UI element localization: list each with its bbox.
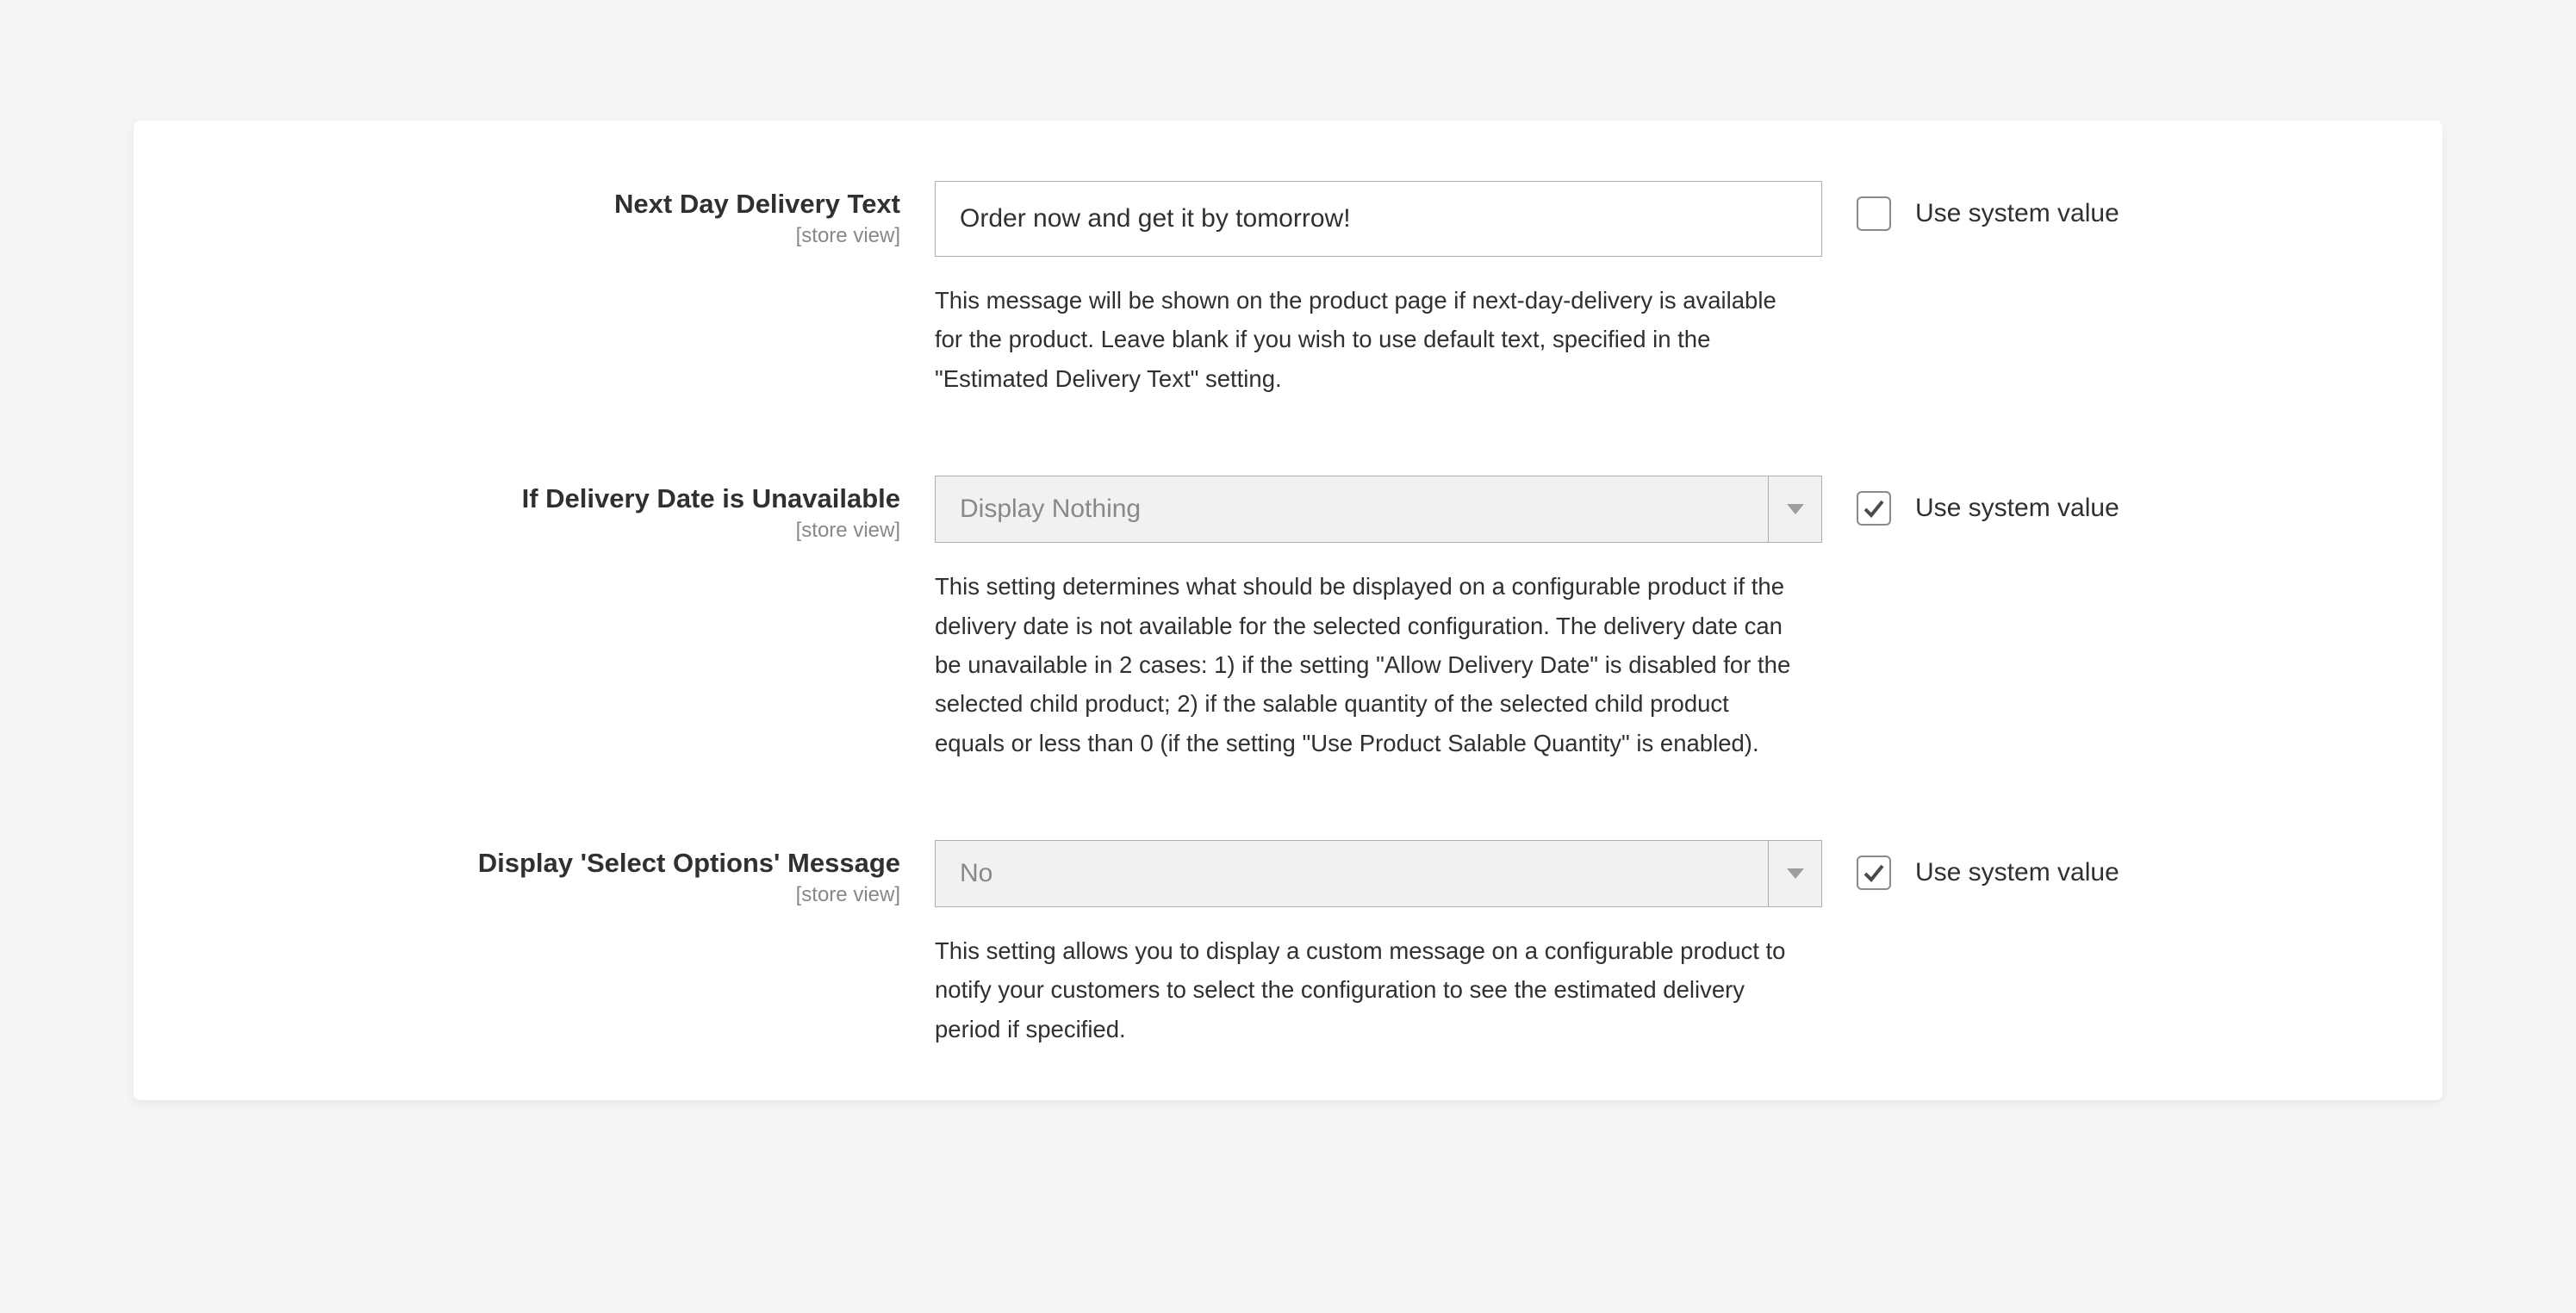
field-help: This message will be shown on the produc… (935, 281, 1805, 398)
select-options-message-select[interactable]: No (935, 840, 1822, 907)
use-system-col: Use system value (1857, 476, 2356, 762)
use-system-label: Use system value (1915, 491, 2119, 526)
field-row-select-options-message: Display 'Select Options' Message [store … (202, 840, 2356, 1049)
if-unavailable-select[interactable]: Display Nothing (935, 476, 1822, 543)
use-system-checkbox[interactable] (1857, 196, 1891, 231)
field-help: This setting determines what should be d… (935, 567, 1805, 762)
use-system-col: Use system value (1857, 840, 2356, 1049)
field-help: This setting allows you to display a cus… (935, 931, 1805, 1049)
field-label-col: Next Day Delivery Text [store view] (202, 181, 900, 398)
field-scope: [store view] (202, 883, 900, 907)
field-row-if-unavailable: If Delivery Date is Unavailable [store v… (202, 476, 2356, 762)
field-label: Display 'Select Options' Message (202, 845, 900, 881)
field-row-next-day-delivery: Next Day Delivery Text [store view] This… (202, 181, 2356, 398)
field-label-col: Display 'Select Options' Message [store … (202, 840, 900, 1049)
next-day-delivery-input[interactable] (935, 181, 1822, 257)
field-label-col: If Delivery Date is Unavailable [store v… (202, 476, 900, 762)
use-system-checkbox[interactable] (1857, 856, 1891, 890)
settings-panel: Next Day Delivery Text [store view] This… (134, 121, 2442, 1100)
field-scope: [store view] (202, 224, 900, 248)
use-system-label: Use system value (1915, 196, 2119, 231)
field-label: If Delivery Date is Unavailable (202, 481, 900, 517)
chevron-down-icon (1768, 476, 1821, 542)
field-control-col: This message will be shown on the produc… (935, 181, 1822, 398)
field-control-col: No This setting allows you to display a … (935, 840, 1822, 1049)
use-system-label: Use system value (1915, 856, 2119, 890)
select-value: Display Nothing (936, 476, 1768, 542)
field-scope: [store view] (202, 519, 900, 543)
use-system-checkbox[interactable] (1857, 491, 1891, 526)
use-system-col: Use system value (1857, 181, 2356, 398)
select-value: No (936, 841, 1768, 906)
field-label: Next Day Delivery Text (202, 186, 900, 222)
chevron-down-icon (1768, 841, 1821, 906)
field-control-col: Display Nothing This setting determines … (935, 476, 1822, 762)
